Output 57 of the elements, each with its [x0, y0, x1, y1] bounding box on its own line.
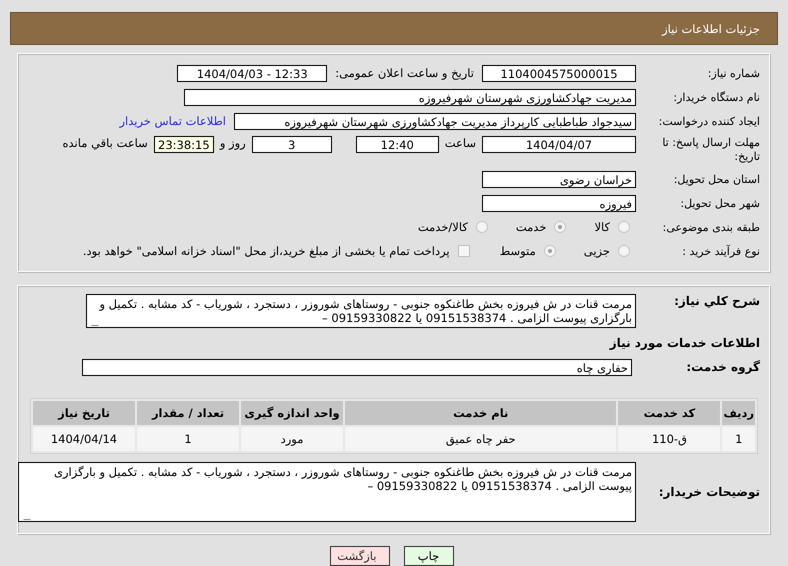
column-header: واحد اندازه گیری	[241, 401, 343, 425]
text-field[interactable]: 1104004575000015	[482, 64, 636, 82]
field-label: تاریخ و ساعت اعلان عمومی:	[335, 66, 474, 80]
field-label: روز و	[220, 136, 246, 150]
text-field[interactable]: خراسان رضوی	[482, 170, 636, 188]
table-cell: 1	[137, 427, 239, 451]
field-label: ساعت باقي مانده	[62, 136, 148, 150]
description-field[interactable]: مرمت قنات در ش فیروزه بخش طاغنکوه جنوبی - روستاهای شوروزر ، دستجرد ، شورياب - کد مشابه . تکمیل و بارگزاری پیوست الزامی . 09151538374 یا 09159330822 –	[86, 294, 636, 328]
checkbox[interactable]	[458, 245, 470, 257]
field-label: ساعت	[444, 136, 476, 150]
text-field[interactable]: 1404/04/03 - 12:33	[177, 64, 328, 82]
field-label: جزیی	[584, 244, 610, 258]
table-cell: مورد	[241, 427, 343, 451]
contact-link[interactable]: اطلاعات تماس خریدار	[119, 114, 226, 128]
text-field[interactable]: 23:38:15	[154, 136, 214, 153]
field-label: پرداخت تمام یا بخشی از مبلغ خرید،از محل "اسناد خزانه اسلامی" خواهد بود.	[82, 244, 450, 258]
field-label: خدمت	[516, 220, 546, 234]
column-header: تاریخ نیاز	[33, 401, 135, 425]
column-header: کد خدمت	[618, 401, 720, 425]
table-cell: 1	[722, 427, 755, 451]
text-field[interactable]: 3	[252, 136, 332, 153]
field-label: کالا/خدمت	[418, 220, 468, 234]
radio-button[interactable]	[544, 245, 556, 257]
field-label: توضیحات خریدار:	[658, 485, 761, 499]
field-label: شرح کلي نياز:	[673, 294, 761, 308]
radio-button[interactable]	[618, 245, 630, 257]
notes-field[interactable]: مرمت قنات در ش فیروزه بخش طاغنکوه جنوبی - روستاهای شوروزر ، دستجرد ، شورياب - کد مشابه . تکمیل و بارگزاری پیوست الزامی . 09151538374 یا 09159330822 –	[18, 462, 636, 522]
radio-button[interactable]	[618, 221, 630, 233]
field-label: متوسط	[500, 244, 536, 258]
back-button[interactable]: بازگشت	[330, 546, 390, 566]
section-heading: اطلاعات خدمات مورد نیاز	[610, 336, 761, 350]
text-field[interactable]: 12:40	[356, 136, 439, 153]
field-label: طبقه بندی موضوعی:	[662, 220, 761, 234]
field-label: استان محل تحویل:	[672, 172, 761, 186]
field-label: کالا	[594, 220, 610, 234]
column-header: نام خدمت	[345, 401, 616, 425]
field-label: ایجاد کننده درخواست:	[658, 114, 761, 128]
text-field[interactable]: فیروزه	[482, 194, 636, 212]
column-header: ردیف	[722, 401, 755, 425]
print-button[interactable]: چاپ	[404, 546, 454, 566]
field-label: گروه خدمت:	[685, 360, 761, 374]
radio-button[interactable]	[476, 221, 488, 233]
text-field[interactable]: مدیریت جهادکشاورزی شهرستان شهرفیروزه	[184, 88, 636, 106]
text-field[interactable]: سیدجواد طباطبایی کارپرداز مدیریت جهادکشاورزی شهرستان شهرفیروزه	[234, 112, 636, 130]
page-title: جزئیات اطلاعات نیاز	[662, 22, 760, 36]
field-label: شهر محل تحویل:	[679, 196, 761, 210]
table-cell: حفر چاه عمیق	[345, 427, 616, 451]
text-field[interactable]: حفاری چاه	[82, 358, 632, 376]
table-cell: 1404/04/14	[33, 427, 135, 451]
field-label: شماره نیاز:	[706, 66, 761, 80]
text-field[interactable]: 1404/04/07	[482, 136, 636, 153]
radio-button[interactable]	[554, 221, 566, 233]
field-label: نام دستگاه خریدار:	[672, 90, 761, 104]
column-header: تعداد / مقدار	[137, 401, 239, 425]
table-cell: ق-110	[618, 427, 720, 451]
field-label: نوع فرآیند خرید :	[681, 244, 761, 258]
field-label: مهلت ارسال پاسخ: تا تاریخ:	[661, 136, 761, 164]
